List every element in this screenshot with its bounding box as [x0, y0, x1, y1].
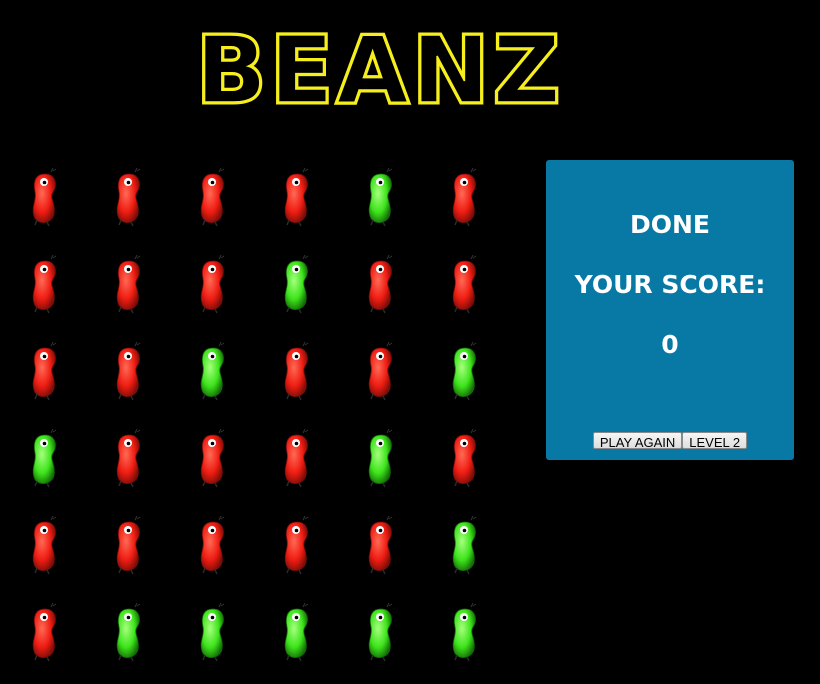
red-bean[interactable]	[445, 168, 485, 228]
green-bean[interactable]	[445, 603, 485, 663]
level-2-button[interactable]: LEVEL 2	[682, 432, 748, 450]
red-bean[interactable]	[277, 516, 317, 576]
green-bean[interactable]	[25, 429, 65, 489]
red-bean[interactable]	[109, 429, 149, 489]
red-bean[interactable]	[277, 168, 317, 228]
green-bean[interactable]	[277, 255, 317, 315]
green-bean[interactable]	[193, 342, 233, 402]
red-bean[interactable]	[25, 516, 65, 576]
red-bean[interactable]	[109, 168, 149, 228]
bean-grid	[25, 168, 529, 678]
beanz-logo: BEANZ BEANZ	[194, 22, 564, 112]
red-bean[interactable]	[25, 168, 65, 228]
red-bean[interactable]	[25, 342, 65, 402]
logo-title-inner: BEANZ	[196, 22, 564, 112]
red-bean[interactable]	[361, 255, 401, 315]
score-panel: DONE YOUR SCORE: 0 PLAY AGAIN LEVEL 2	[546, 160, 794, 460]
panel-buttons: PLAY AGAIN LEVEL 2	[546, 432, 794, 450]
score-label: YOUR SCORE:	[574, 270, 766, 299]
red-bean[interactable]	[193, 516, 233, 576]
red-bean[interactable]	[25, 255, 65, 315]
red-bean[interactable]	[361, 516, 401, 576]
green-bean[interactable]	[109, 603, 149, 663]
red-bean[interactable]	[25, 603, 65, 663]
play-again-button[interactable]: PLAY AGAIN	[592, 432, 683, 450]
red-bean[interactable]	[445, 255, 485, 315]
red-bean[interactable]	[193, 255, 233, 315]
red-bean[interactable]	[277, 342, 317, 402]
green-bean[interactable]	[445, 516, 485, 576]
green-bean[interactable]	[193, 603, 233, 663]
red-bean[interactable]	[193, 429, 233, 489]
green-bean[interactable]	[361, 603, 401, 663]
score-value: 0	[661, 330, 679, 359]
green-bean[interactable]	[445, 342, 485, 402]
game-page: BEANZ BEANZ DONE YOUR SCORE: 0 PLAY AGAI…	[0, 0, 820, 684]
red-bean[interactable]	[277, 429, 317, 489]
green-bean[interactable]	[361, 168, 401, 228]
red-bean[interactable]	[193, 168, 233, 228]
game-status: DONE	[629, 210, 710, 239]
red-bean[interactable]	[361, 342, 401, 402]
green-bean[interactable]	[277, 603, 317, 663]
red-bean[interactable]	[109, 342, 149, 402]
green-bean[interactable]	[361, 429, 401, 489]
red-bean[interactable]	[109, 516, 149, 576]
red-bean[interactable]	[109, 255, 149, 315]
red-bean[interactable]	[445, 429, 485, 489]
